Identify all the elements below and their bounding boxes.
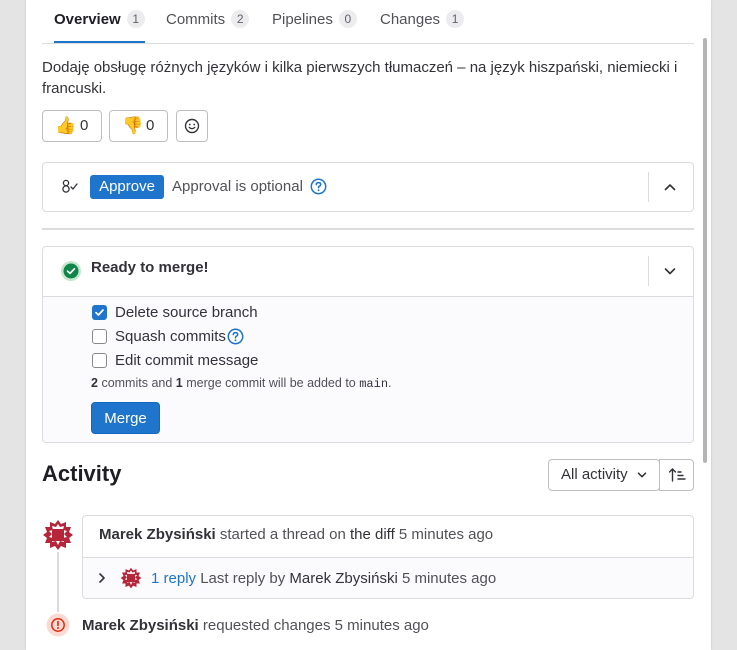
- tab-count-badge: 1: [446, 10, 465, 28]
- thumbs-up-count: 0: [80, 117, 89, 134]
- tab-changes[interactable]: Changes 1: [380, 0, 465, 44]
- squash-commits-checkbox[interactable]: [92, 329, 107, 344]
- tab-pipelines[interactable]: Pipelines 0: [272, 0, 357, 44]
- chevron-down-icon: [664, 268, 676, 275]
- sort-direction-button[interactable]: [659, 459, 694, 491]
- activity-heading: Activity: [42, 461, 122, 486]
- tab-bar: Overview 1 Commits 2 Pipelines 0 Changes 1: [42, 0, 694, 44]
- add-reaction-button[interactable]: [176, 110, 208, 142]
- thumbs-down-button[interactable]: 👎 0: [109, 110, 168, 142]
- tab-label: Pipelines: [272, 11, 333, 28]
- merge-commit-count: 1: [175, 376, 183, 390]
- commit-text: commits and: [101, 376, 173, 390]
- merge-button[interactable]: Merge: [91, 402, 160, 434]
- merge-commit-summary: 2 commits and 1 merge commit will be add…: [91, 376, 392, 391]
- thread-author-link[interactable]: Marek Zbysiński: [99, 526, 216, 543]
- thumbs-down-count: 0: [146, 117, 155, 134]
- approval-optional-text: Approval is optional: [172, 178, 303, 195]
- squash-commits-label[interactable]: Squash commits: [115, 328, 226, 345]
- approval-user-check-icon: [62, 179, 78, 193]
- squash-help-icon[interactable]: [227, 328, 244, 345]
- event-action-text: requested changes: [202, 617, 331, 634]
- user-avatar[interactable]: [42, 519, 74, 551]
- merge-commit-text: merge commit will be added to: [186, 376, 356, 390]
- tab-label: Changes: [380, 11, 441, 28]
- sort-ascending-icon: [668, 468, 686, 482]
- last-reply-prefix: Last reply by: [200, 570, 286, 587]
- system-note: Marek Zbysiński requested changes 5 minu…: [82, 617, 429, 634]
- tab-label: Overview: [54, 11, 121, 28]
- event-timestamp: 5 minutes ago: [334, 617, 429, 634]
- chevron-up-icon: [664, 184, 676, 191]
- help-icon[interactable]: [310, 178, 327, 195]
- delete-source-branch-checkbox[interactable]: [92, 305, 107, 320]
- chevron-right-icon[interactable]: [97, 572, 107, 584]
- approval-collapse-button[interactable]: [648, 172, 692, 202]
- scrollbar[interactable]: [703, 38, 707, 463]
- reply-user-avatar: [120, 567, 142, 589]
- chevron-down-icon: [637, 472, 647, 478]
- thumbs-down-icon: 👎: [122, 116, 144, 135]
- thumbs-up-button[interactable]: 👍 0: [42, 110, 102, 142]
- checkmark-icon: [95, 309, 104, 316]
- last-reply-author-link[interactable]: Marek Zbysiński: [289, 570, 397, 587]
- tab-commits[interactable]: Commits 2: [166, 0, 250, 44]
- approve-button[interactable]: Approve: [90, 175, 164, 199]
- tab-count-badge: 2: [231, 10, 250, 28]
- edit-commit-message-checkbox[interactable]: [92, 353, 107, 368]
- tab-count-badge: 1: [126, 10, 145, 28]
- thread-timestamp: 5 minutes ago: [398, 526, 494, 543]
- commit-count: 2: [91, 376, 98, 390]
- merge-request-panel: Overview 1 Commits 2 Pipelines 0 Changes 1 D…: [26, 0, 711, 650]
- delete-source-branch-label[interactable]: Delete source branch: [115, 304, 258, 321]
- tab-overview[interactable]: Overview 1: [54, 0, 145, 43]
- thumbs-up-icon: 👍: [55, 116, 77, 135]
- merge-request-description: Dodaję obsługę różnych języków i kilka p…: [42, 59, 678, 97]
- diff-link[interactable]: the diff: [350, 526, 395, 543]
- activity-filter-dropdown[interactable]: All activity: [548, 459, 660, 491]
- requested-changes-icon: [46, 613, 70, 637]
- merge-collapse-button[interactable]: [648, 256, 692, 286]
- merge-status-title: Ready to merge!: [91, 259, 209, 276]
- thread-action-text: started a thread on: [219, 526, 346, 543]
- thread-header: Marek Zbysiński started a thread on the …: [99, 526, 493, 543]
- timeline-line: [57, 552, 59, 612]
- success-status-icon: [61, 261, 81, 281]
- event-author-link[interactable]: Marek Zbysiński: [82, 617, 199, 634]
- edit-commit-message-label[interactable]: Edit commit message: [115, 352, 258, 369]
- tab-label: Commits: [166, 11, 226, 28]
- section-divider: [42, 228, 694, 230]
- reply-summary: 1 reply Last reply by Marek Zbysiński 5 …: [151, 570, 496, 587]
- target-branch: main: [359, 377, 389, 391]
- smiley-icon: [184, 118, 200, 134]
- reply-count-link[interactable]: 1 reply: [151, 570, 196, 587]
- tab-count-badge: 0: [338, 10, 357, 28]
- activity-filter-label: All activity: [561, 466, 628, 483]
- last-reply-timestamp: 5 minutes ago: [401, 570, 497, 587]
- summary-period: .: [388, 376, 392, 390]
